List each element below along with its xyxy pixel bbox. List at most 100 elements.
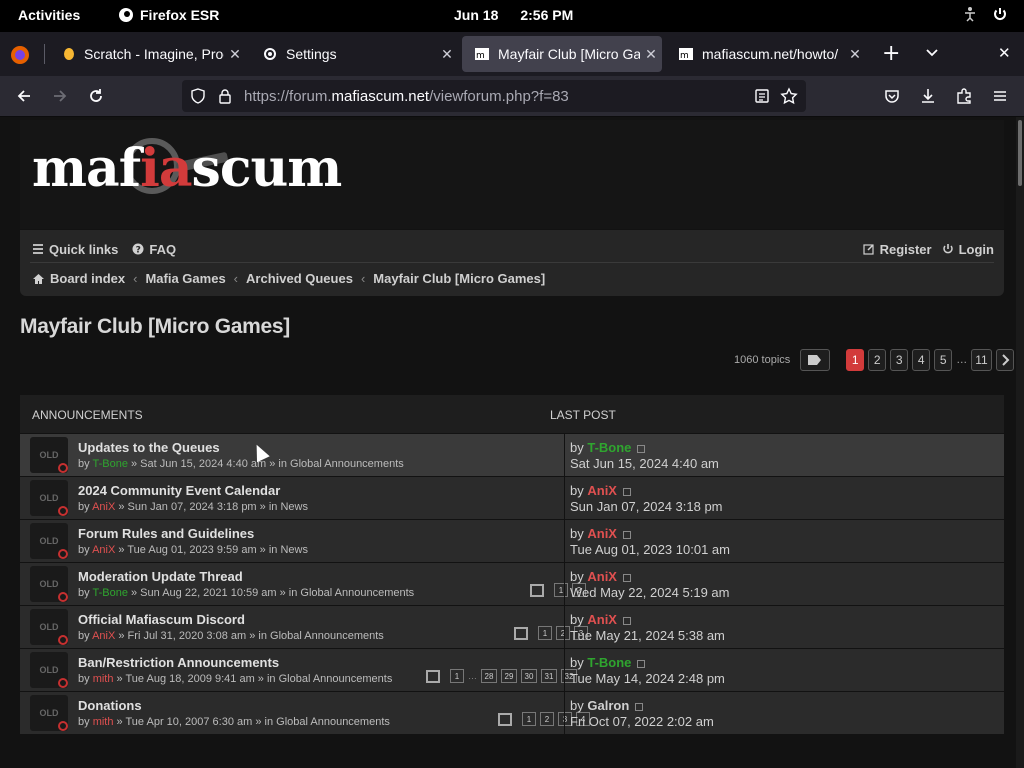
breadcrumb: Board index ‹ Mafia Games ‹ Archived Que… [32,271,545,286]
topic-title[interactable]: Donations [78,698,142,713]
go-to-last-post-icon[interactable] [637,444,646,453]
close-tab-icon[interactable]: ✕ [224,46,246,63]
topic-row[interactable]: OLD Official Mafiascum Discord by AniX » F… [20,605,1004,649]
page-link-current[interactable]: 1 [846,349,865,371]
firefox-view-icon[interactable] [10,45,30,69]
scrollbar-thumb[interactable] [1018,120,1022,186]
announcements-header: ANNOUNCEMENTS LAST POST [20,395,1004,433]
last-post-date: Tue May 21, 2024 5:38 am [570,628,725,643]
address-bar[interactable]: https://forum.mafiascum.net/viewforum.ph… [182,80,806,112]
lock-icon[interactable] [218,88,232,104]
topic-page-link[interactable]: 1 [450,669,464,683]
breadcrumb-mayfair-club[interactable]: Mayfair Club [Micro Games] [373,271,545,286]
last-post-author[interactable]: AniX [587,612,617,627]
topic-title[interactable]: Ban/Restriction Announcements [78,655,279,670]
topic-page-link[interactable]: 1 [538,626,552,640]
tab-mafiascum-howto[interactable]: m mafiascum.net/howto/ ✕ [666,36,866,72]
next-page-button[interactable] [995,349,1014,371]
go-to-last-post-icon[interactable] [622,487,631,496]
back-button[interactable] [10,82,38,110]
last-post-author[interactable]: AniX [587,483,617,498]
app-menu[interactable]: Firefox ESR [118,7,219,23]
topic-author[interactable]: AniX [92,630,115,642]
topic-page-link[interactable]: 1 [522,712,536,726]
last-post-author[interactable]: Galron [587,698,629,713]
topic-page-link[interactable]: 28 [481,669,497,683]
faq-link[interactable]: ? FAQ [132,240,176,258]
topic-title[interactable]: 2024 Community Event Calendar [78,483,280,498]
topic-page-link[interactable]: 2 [540,712,554,726]
topic-row[interactable]: OLD Donations by mith » Tue Apr 10, 2007 6… [20,691,1004,735]
close-tab-icon[interactable]: ✕ [436,46,458,63]
topic-row[interactable]: OLD Forum Rules and Guidelines by AniX » T… [20,519,1004,563]
bookmark-star-icon[interactable] [780,87,798,105]
breadcrumb-mafia-games[interactable]: Mafia Games [145,271,225,286]
topic-author[interactable]: T-Bone [92,458,127,470]
tracking-shield-icon[interactable] [190,88,206,104]
last-post-author[interactable]: AniX [587,569,617,584]
quick-links-menu[interactable]: Quick links [32,240,118,258]
topic-title[interactable]: Moderation Update Thread [78,569,243,584]
go-to-last-post-icon[interactable] [635,702,644,711]
breadcrumb-archived-queues[interactable]: Archived Queues [246,271,353,286]
topic-author[interactable]: mith [93,673,114,685]
reload-button[interactable] [82,82,110,110]
close-window-icon[interactable]: ✕ [998,44,1011,62]
page-link-last[interactable]: 11 [971,349,992,371]
pocket-button[interactable] [878,82,906,110]
go-to-last-post-icon[interactable] [622,573,631,582]
topic-page-link[interactable]: 31 [541,669,557,683]
navigation-toolbar: https://forum.mafiascum.net/viewforum.ph… [0,76,1024,117]
page-link[interactable]: 2 [868,349,887,371]
multipage-icon [426,669,440,683]
topic-author[interactable]: AniX [92,501,115,513]
app-menu-button[interactable] [986,82,1014,110]
tab-scratch[interactable]: Scratch - Imagine, Progr ✕ [50,36,246,72]
register-link[interactable]: Register [862,240,932,258]
forward-button[interactable] [46,82,74,110]
topic-author[interactable]: mith [93,716,114,728]
topic-row[interactable]: OLD Updates to the Queues by T-Bone » Sat … [20,433,1004,477]
login-link[interactable]: Login [942,240,994,258]
close-tab-icon[interactable]: ✕ [640,46,662,63]
list-all-tabs-icon[interactable] [924,44,940,64]
topic-title[interactable]: Official Mafiascum Discord [78,612,245,627]
site-logo[interactable]: mafiascum [32,138,342,199]
topic-row[interactable]: OLD Ban/Restriction Announcements by mith … [20,648,1004,692]
topic-row[interactable]: OLD Moderation Update Thread by T-Bone » S… [20,562,1004,606]
page-link[interactable]: 4 [912,349,931,371]
extensions-button[interactable] [950,82,978,110]
go-to-last-post-icon[interactable] [622,616,631,625]
last-post-author[interactable]: T-Bone [587,655,631,670]
breadcrumb-board-index[interactable]: Board index [32,271,125,286]
page-link[interactable]: 3 [890,349,909,371]
new-tab-button[interactable]: + [882,41,900,66]
clock[interactable]: Jun 18 2:56 PM [454,7,595,23]
page-title[interactable]: Mayfair Club [Micro Games] [20,315,290,339]
svg-text:m: m [476,51,485,61]
page-link[interactable]: 5 [934,349,953,371]
go-to-last-post-icon[interactable] [622,530,631,539]
topic-page-link[interactable]: 29 [501,669,517,683]
power-icon [994,8,1006,20]
topic-row[interactable]: OLD 2024 Community Event Calendar by AniX … [20,476,1004,520]
topic-title[interactable]: Updates to the Queues [78,440,220,455]
topic-title[interactable]: Forum Rules and Guidelines [78,526,254,541]
close-tab-icon[interactable]: ✕ [844,46,866,63]
last-post-author[interactable]: T-Bone [587,440,631,455]
tab-settings[interactable]: Settings ✕ [250,36,458,72]
system-tray[interactable] [962,6,1008,22]
topic-page-link[interactable]: 30 [521,669,537,683]
gear-icon [264,48,276,60]
topic-author[interactable]: AniX [92,544,115,556]
tab-mayfair-club[interactable]: m Mayfair Club [Micro Ga ✕ [462,36,662,72]
page-scrollbar[interactable] [1016,117,1024,768]
topic-author[interactable]: T-Bone [92,587,127,599]
last-post-author[interactable]: AniX [587,526,617,541]
go-to-last-post-icon[interactable] [637,659,646,668]
activities-button[interactable]: Activities [18,7,80,23]
url-text[interactable]: https://forum.mafiascum.net/viewforum.ph… [244,88,569,105]
jump-to-page-button[interactable] [800,349,831,371]
reader-view-icon[interactable] [754,88,770,104]
downloads-button[interactable] [914,82,942,110]
